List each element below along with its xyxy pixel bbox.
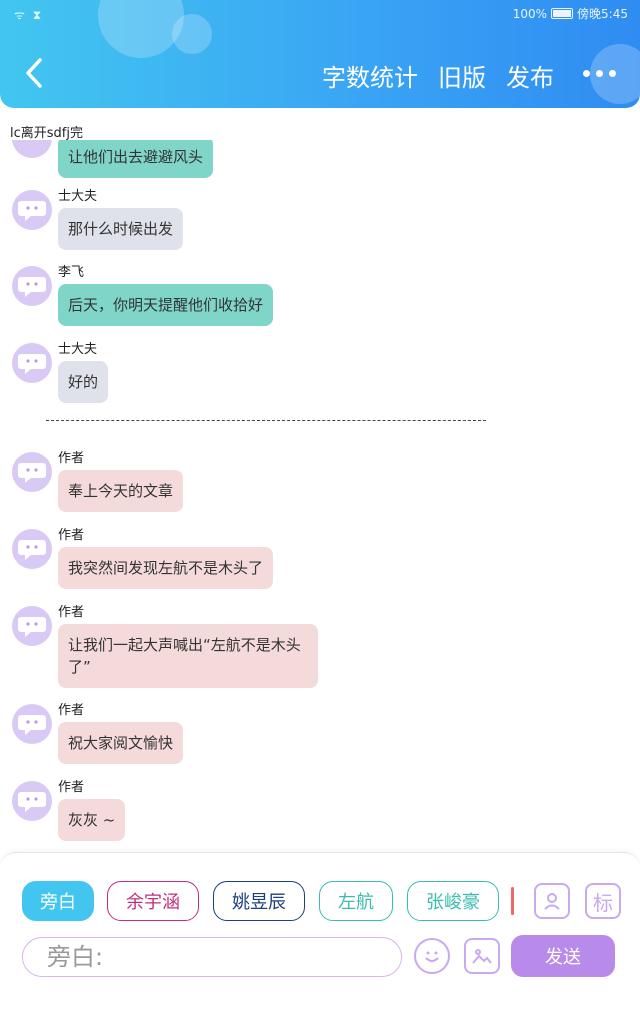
character-chip[interactable]: 张峻豪 — [407, 881, 499, 921]
sender-name: 士大夫 — [58, 189, 98, 204]
header-actions: 字数统计 旧版 发布 — [322, 58, 554, 93]
status-signal: ᯤ ⧗ — [14, 8, 44, 22]
chat-face-icon — [18, 354, 46, 374]
status-bar-right: 100% 傍晚5:45 — [513, 5, 628, 22]
sender-name: 作者 — [58, 528, 85, 543]
chat-face-icon — [18, 540, 46, 560]
avatar[interactable] — [12, 452, 52, 492]
message-bubble[interactable]: 后天，你明天提醒他们收拾好 — [58, 284, 274, 326]
old-version-button[interactable]: 旧版 — [438, 58, 486, 93]
chat-face-icon — [18, 463, 46, 483]
message-list[interactable]: 让他们出去避避风头 士大夫 那什么时候出发 李飞 后天，你明天提醒他们收拾好 士… — [0, 140, 640, 850]
list-item: 作者 我突然间发现左航不是木头了 — [12, 528, 274, 589]
character-chip[interactable]: 余宇涵 — [107, 881, 199, 921]
sender-name: 作者 — [58, 605, 85, 620]
avatar[interactable] — [12, 606, 52, 646]
message-bubble[interactable]: 灰灰 ~ — [58, 799, 126, 841]
list-item: 作者 让我们一起大声喊出“左航不是木头了” — [12, 606, 318, 688]
sender-name: 作者 — [58, 451, 85, 466]
document-title: lc离开sdfj完 — [10, 126, 83, 141]
message-bubble[interactable]: 那什么时候出发 — [58, 208, 184, 250]
battery-icon — [551, 8, 574, 19]
back-arrow-icon[interactable] — [22, 56, 48, 90]
character-chip-overflow — [511, 887, 514, 915]
message-bubble[interactable]: 祝大家阅文愉快 — [58, 722, 184, 764]
emoji-icon[interactable] — [414, 938, 450, 974]
composer-panel: 旁白 余宇涵 姚昱辰 左航 张峻豪 标 发送 — [0, 852, 640, 1024]
publish-button[interactable]: 发布 — [506, 58, 554, 93]
tag-icon[interactable]: 标 — [585, 883, 621, 919]
word-count-button[interactable]: 字数统计 — [322, 58, 418, 93]
avatar[interactable] — [12, 266, 52, 306]
list-item: 让他们出去避避风头 — [12, 140, 214, 178]
message-input[interactable] — [22, 937, 402, 977]
avatar[interactable] — [12, 140, 52, 158]
avatar[interactable] — [12, 529, 52, 569]
message-bubble[interactable]: 让他们出去避避风头 — [58, 140, 214, 178]
avatar[interactable] — [12, 190, 52, 230]
image-icon[interactable] — [464, 938, 500, 974]
chat-face-icon — [18, 792, 46, 812]
top-app-bar: ᯤ ⧗ 100% 傍晚5:45 字数统计 旧版 发布 — [0, 0, 640, 108]
avatar[interactable] — [12, 704, 52, 744]
decorative-bubble — [172, 14, 212, 54]
sender-name: 作者 — [58, 780, 85, 795]
character-chip[interactable]: 姚昱辰 — [213, 881, 305, 921]
decorative-bubble — [98, 0, 184, 58]
chat-face-icon — [18, 715, 46, 735]
chat-face-icon — [18, 617, 46, 637]
list-item: 士大夫 那什么时候出发 — [12, 189, 184, 250]
chat-face-icon — [18, 277, 46, 297]
battery-percent: 100% — [512, 6, 548, 21]
list-item: 李飞 后天，你明天提醒他们收拾好 — [12, 265, 274, 326]
message-bubble[interactable]: 奉上今天的文章 — [58, 470, 184, 512]
sender-name: 李飞 — [58, 265, 85, 280]
message-bubble[interactable]: 好的 — [58, 361, 109, 403]
avatar[interactable] — [12, 343, 52, 383]
character-chip[interactable]: 左航 — [319, 881, 393, 921]
avatar[interactable] — [12, 781, 52, 821]
list-item: 作者 祝大家阅文愉快 — [12, 703, 184, 764]
more-options-icon[interactable] — [583, 70, 616, 77]
list-item: 作者 灰灰 ~ — [12, 780, 126, 841]
status-time: 傍晚5:45 — [577, 7, 628, 21]
send-button[interactable]: 发送 — [511, 935, 615, 977]
sender-name: 士大夫 — [58, 342, 98, 357]
chat-face-icon — [18, 201, 46, 221]
message-bubble[interactable]: 我突然间发现左航不是木头了 — [58, 547, 274, 589]
list-item: 作者 奉上今天的文章 — [12, 451, 184, 512]
section-divider — [46, 420, 486, 421]
sender-name: 作者 — [58, 703, 85, 718]
list-item: 士大夫 好的 — [12, 342, 109, 403]
message-bubble[interactable]: 让我们一起大声喊出“左航不是木头了” — [58, 624, 318, 688]
character-chip-narrator[interactable]: 旁白 — [22, 881, 94, 921]
person-card-icon[interactable] — [534, 883, 570, 919]
